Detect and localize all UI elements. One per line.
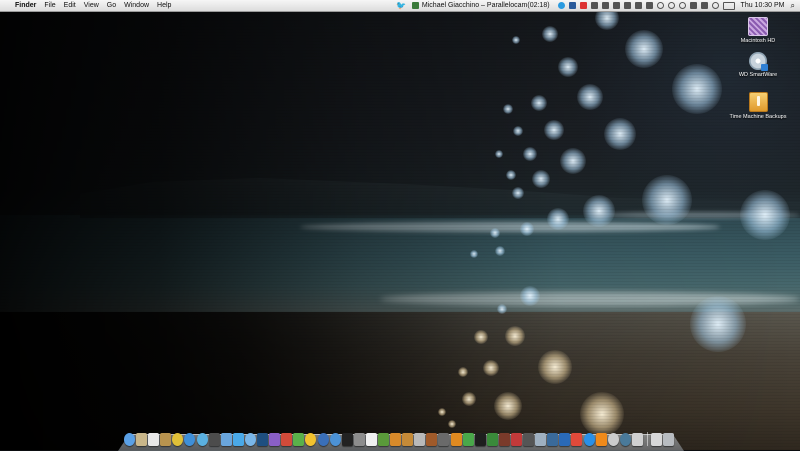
app-status-icon[interactable] xyxy=(623,2,631,9)
activity-monitor-icon[interactable] xyxy=(486,433,498,446)
itunes-status-icon[interactable] xyxy=(411,2,419,9)
pen-status-icon[interactable] xyxy=(590,2,598,9)
smiley-icon[interactable] xyxy=(305,433,317,446)
growl-icon[interactable] xyxy=(511,433,522,446)
menu-view[interactable]: View xyxy=(84,0,99,11)
time-machine-status-icon[interactable] xyxy=(667,2,675,9)
menu-finder[interactable]: Finder xyxy=(15,0,36,11)
desktop-icon-macintosh-hd[interactable]: Macintosh HD xyxy=(728,17,788,44)
tweetdeck-icon[interactable] xyxy=(208,433,220,446)
skype-icon[interactable] xyxy=(244,433,256,446)
volume-icon[interactable] xyxy=(700,2,708,9)
desktop-icon-label: Time Machine Backups xyxy=(729,114,787,120)
menu-clock[interactable]: Thu 10:30 PM xyxy=(741,0,785,11)
iphoto-icon[interactable] xyxy=(402,433,414,446)
eye-icon[interactable] xyxy=(523,433,535,446)
vlc-icon[interactable] xyxy=(450,433,462,446)
dictionary-icon[interactable] xyxy=(498,433,510,446)
flag-icon[interactable] xyxy=(571,433,583,446)
contacts-icon[interactable] xyxy=(281,433,293,446)
dashboard-icon[interactable] xyxy=(317,433,329,446)
menu-bar: Finder File Edit View Go Window Help 🐦 M… xyxy=(0,0,800,12)
menu-window[interactable]: Window xyxy=(124,0,149,11)
dvd-icon[interactable] xyxy=(607,433,619,446)
trash-icon[interactable] xyxy=(663,433,675,446)
app-store-icon[interactable] xyxy=(583,433,595,446)
skype-status-icon[interactable] xyxy=(557,2,565,9)
disc-icon xyxy=(749,52,768,71)
twitter-status-icon[interactable]: 🐦 xyxy=(396,1,406,10)
menu-help[interactable]: Help xyxy=(157,0,171,11)
itunes-icon[interactable] xyxy=(196,433,208,446)
hard-drive-icon xyxy=(748,17,768,36)
dock-separator xyxy=(647,432,649,446)
adium-icon[interactable] xyxy=(293,433,305,446)
desktop-icon-label: WD SmartWare xyxy=(738,72,778,78)
growl-status-icon[interactable] xyxy=(579,2,587,9)
utorrent-icon[interactable] xyxy=(462,433,474,446)
downloads-stack-icon[interactable] xyxy=(651,433,663,446)
desktop-icon-label: Macintosh HD xyxy=(740,38,776,44)
photoshop-icon[interactable] xyxy=(257,433,269,446)
coda-icon[interactable] xyxy=(377,433,389,446)
menu-go[interactable]: Go xyxy=(107,0,116,11)
xcode-icon[interactable] xyxy=(559,433,571,446)
guitar-icon[interactable] xyxy=(426,433,438,446)
battery-icon[interactable] xyxy=(722,1,735,10)
gear-status-icon[interactable] xyxy=(634,2,642,9)
textedit-icon[interactable] xyxy=(365,433,377,446)
cone-icon[interactable] xyxy=(595,433,607,446)
imovie-icon[interactable] xyxy=(438,433,450,446)
mail-icon[interactable] xyxy=(220,433,232,446)
spotlight-icon[interactable]: ⌕ xyxy=(791,0,795,11)
sync-status-icon[interactable] xyxy=(678,2,686,9)
bluetooth-icon[interactable] xyxy=(689,2,697,9)
now-playing-text[interactable]: Michael Giacchino – Parallelocam(02:18) xyxy=(422,0,550,11)
itunes-store-icon[interactable] xyxy=(269,433,281,446)
chrome-icon[interactable] xyxy=(172,433,184,446)
wallpaper-scanlines xyxy=(0,0,800,450)
dock xyxy=(124,430,680,446)
address-book-icon[interactable] xyxy=(160,433,172,446)
time-machine-drive-icon xyxy=(748,92,768,112)
terminal-icon[interactable] xyxy=(474,433,486,446)
preview-icon[interactable] xyxy=(136,433,148,446)
screen-sharing-icon[interactable] xyxy=(631,433,643,446)
python-icon[interactable] xyxy=(547,433,559,446)
transmit-icon[interactable] xyxy=(390,433,402,446)
automator-icon[interactable] xyxy=(414,433,426,446)
dropbox-status-icon[interactable] xyxy=(568,2,576,9)
mirror-icon[interactable] xyxy=(535,433,547,446)
time-machine-icon[interactable] xyxy=(619,433,631,446)
desktop-wallpaper xyxy=(0,0,800,450)
timer-status-icon[interactable] xyxy=(656,2,664,9)
desktop-icon-time-machine-backups[interactable]: Time Machine Backups xyxy=(728,92,788,120)
twitter-icon[interactable] xyxy=(232,433,244,446)
clip-status-icon[interactable] xyxy=(645,2,653,9)
display-status-icon[interactable] xyxy=(601,2,609,9)
system-prefs-icon[interactable] xyxy=(353,433,365,446)
ichat-icon[interactable] xyxy=(329,433,341,446)
menu-edit[interactable]: Edit xyxy=(64,0,76,11)
photo-booth-icon[interactable] xyxy=(341,433,353,446)
safari-icon[interactable] xyxy=(184,433,196,446)
wifi-icon[interactable] xyxy=(711,2,719,9)
ical-icon[interactable] xyxy=(148,433,160,446)
desktop-icon-wd-smartware[interactable]: WD SmartWare xyxy=(728,52,788,78)
finder-icon[interactable] xyxy=(124,433,135,446)
drive-status-icon[interactable] xyxy=(612,2,620,9)
menu-file[interactable]: File xyxy=(44,0,55,11)
